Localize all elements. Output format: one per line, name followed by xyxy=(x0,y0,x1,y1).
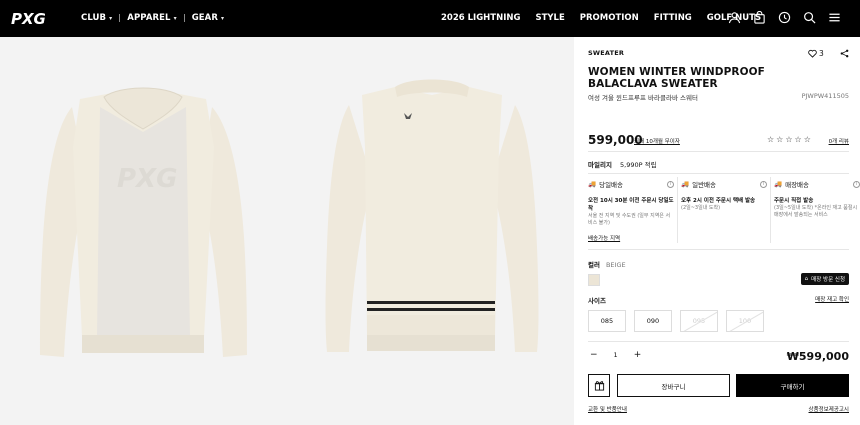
divider xyxy=(119,14,121,22)
product-name: WOMEN WINTER WINDPROOF BALACLAVA SWEATER xyxy=(588,66,765,90)
size-option-sold-out: 100 xyxy=(726,310,764,332)
shipping-area-link[interactable]: 배송가능 지역 xyxy=(588,234,620,242)
user-icon[interactable] xyxy=(728,11,741,24)
product-detail-panel: SWEATER 3 WOMEN WINTER WINDPROOF BALACLA… xyxy=(574,37,860,425)
size-option[interactable]: 090 xyxy=(634,310,672,332)
shipping-standard: 🚚 일반배송 i 오후 2시 이전 주문시 택배 발송 (2일~3일내 도착) xyxy=(681,179,767,243)
nav-style[interactable]: STYLE xyxy=(535,13,564,23)
header-icons xyxy=(728,11,841,24)
size-label: 사이즈 xyxy=(588,297,606,305)
divider xyxy=(588,341,849,342)
quantity-value[interactable]: 1 xyxy=(614,351,618,359)
size-options: 085 090 095 100 xyxy=(588,310,764,332)
truck-icon: 🚚 xyxy=(774,180,783,188)
gift-button[interactable] xyxy=(588,374,610,397)
bag-icon[interactable] xyxy=(753,11,766,24)
truck-icon: 🚚 xyxy=(681,180,690,188)
plus-icon[interactable]: + xyxy=(634,350,642,360)
nav-apparel[interactable]: APPAREL ▾ xyxy=(127,13,176,23)
add-to-cart-button[interactable]: 장바구니 xyxy=(617,374,730,397)
quantity-stepper: − 1 + xyxy=(590,350,641,360)
star-icon: ☆ xyxy=(785,135,793,144)
review-link[interactable]: 0개 리뷰 xyxy=(829,137,849,145)
truck-icon: 🚚 xyxy=(588,180,597,188)
svg-text:PXG: PXG xyxy=(117,164,177,194)
star-icon: ☆ xyxy=(803,135,811,144)
total-price: ₩599,000 xyxy=(786,350,849,363)
product-name-korean: 여성 겨울 윈드프루프 바라클라바 스웨터 xyxy=(588,94,698,102)
gift-icon xyxy=(594,381,604,391)
info-icon[interactable]: i xyxy=(760,180,767,188)
nav-promotion[interactable]: PROMOTION xyxy=(580,13,639,23)
mileage-label: 마일리지 xyxy=(588,161,612,169)
nav-lightning[interactable]: 2026 LIGHTNING xyxy=(441,13,520,23)
star-icon: ☆ xyxy=(767,135,775,144)
product-gallery: PXG xyxy=(0,37,574,425)
like-button[interactable]: 3 xyxy=(808,49,824,58)
secondary-menu: 2026 LIGHTNING STYLE PROMOTION FITTING G… xyxy=(441,13,761,23)
installment-link[interactable]: 최대 10개월 무이자 xyxy=(634,137,680,145)
color-row: 컬러 BEIGE xyxy=(588,261,626,269)
divider xyxy=(588,249,849,250)
buy-now-button[interactable]: 구매하기 xyxy=(736,374,849,397)
star-icon: ☆ xyxy=(776,135,784,144)
star-icon: ☆ xyxy=(794,135,802,144)
color-swatch-beige[interactable] xyxy=(588,274,600,286)
chevron-down-icon: ▾ xyxy=(109,14,113,22)
divider xyxy=(770,177,771,243)
mileage-value: 5,990P 적립 xyxy=(620,161,657,169)
divider xyxy=(588,151,849,152)
primary-menu: CLUB ▾ APPAREL ▾ GEAR ▾ xyxy=(81,13,224,23)
svg-text:PXG: PXG xyxy=(11,10,45,27)
rating-stars: ☆ ☆ ☆ ☆ ☆ xyxy=(767,135,811,144)
product-info-link[interactable]: 상품정보제공고시 xyxy=(809,405,849,413)
nav-club[interactable]: CLUB ▾ xyxy=(81,13,112,23)
info-icon[interactable]: i xyxy=(667,180,674,188)
product-code: PJWPW411505 xyxy=(801,92,849,100)
nav-fitting[interactable]: FITTING xyxy=(654,13,692,23)
divider xyxy=(183,14,185,22)
heart-icon xyxy=(808,49,817,58)
share-icon[interactable] xyxy=(840,49,849,58)
exchange-return-link[interactable]: 교환 및 반품안내 xyxy=(588,405,627,413)
size-option[interactable]: 085 xyxy=(588,310,626,332)
minus-icon[interactable]: − xyxy=(590,350,598,360)
shipping-store: 🚚 매장배송 i 주문시 직접 발송 (3일~5일내 도착) *온라인 재고 품절시… xyxy=(774,179,860,243)
store-visit-button[interactable]: ⌂ 매장 방문 신청 xyxy=(800,273,849,285)
size-option-sold-out: 095 xyxy=(680,310,718,332)
store-icon: ⌂ xyxy=(804,276,809,282)
pxg-logo[interactable]: PXG xyxy=(11,10,45,27)
chevron-down-icon: ▾ xyxy=(221,14,225,22)
product-image-back[interactable] xyxy=(287,37,574,425)
product-category[interactable]: SWEATER xyxy=(588,49,624,57)
clock-icon[interactable] xyxy=(778,11,791,24)
search-icon[interactable] xyxy=(803,11,816,24)
nav-gear[interactable]: GEAR ▾ xyxy=(192,13,224,23)
menu-icon[interactable] xyxy=(828,11,841,24)
store-stock-link[interactable]: 매장 재고 확인 xyxy=(815,295,849,303)
divider xyxy=(588,173,849,174)
product-image-front[interactable]: PXG xyxy=(0,37,287,425)
top-navigation-bar: PXG CLUB ▾ APPAREL ▾ GEAR ▾ 2026 LIGHTNING … xyxy=(0,0,860,37)
like-count: 3 xyxy=(819,49,824,58)
divider xyxy=(677,177,678,243)
chevron-down-icon: ▾ xyxy=(173,14,177,22)
info-icon[interactable]: i xyxy=(853,180,860,188)
